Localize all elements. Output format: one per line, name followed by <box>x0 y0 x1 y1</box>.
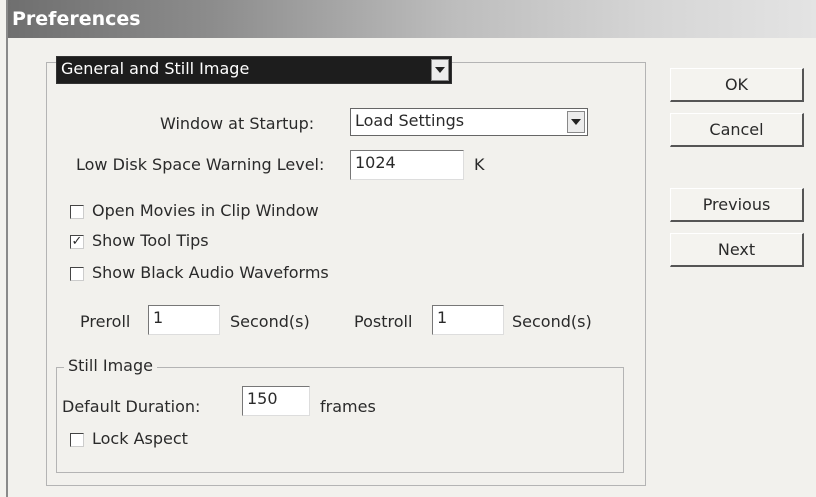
duration-unit: frames <box>320 397 376 416</box>
black-waveforms-label: Show Black Audio Waveforms <box>92 263 329 282</box>
preroll-input[interactable]: 1 <box>148 305 220 335</box>
startup-label: Window at Startup: <box>160 114 315 133</box>
postroll-label: Postroll <box>354 312 413 331</box>
previous-button[interactable]: Previous <box>670 188 804 222</box>
open-movies-checkbox[interactable] <box>70 205 84 219</box>
show-tooltips-label: Show Tool Tips <box>92 231 209 250</box>
checkmark-icon: ✓ <box>71 234 83 249</box>
show-tooltips-checkbox[interactable]: ✓ <box>70 235 84 249</box>
postroll-unit: Second(s) <box>512 312 592 331</box>
disk-space-unit: K <box>474 155 485 174</box>
category-value: General and Still Image <box>61 59 250 78</box>
lock-aspect-checkbox[interactable] <box>70 433 84 447</box>
duration-input[interactable]: 150 <box>242 386 310 416</box>
preroll-label: Preroll <box>80 312 131 331</box>
disk-space-label: Low Disk Space Warning Level: <box>76 155 325 174</box>
lock-aspect-label: Lock Aspect <box>92 429 188 448</box>
duration-label: Default Duration: <box>62 397 201 416</box>
category-dropdown[interactable]: General and Still Image <box>56 56 452 84</box>
startup-dropdown[interactable]: Load Settings <box>350 108 588 136</box>
chevron-down-icon[interactable] <box>567 111 585 133</box>
startup-value: Load Settings <box>355 111 465 130</box>
title-bar[interactable]: Preferences <box>8 0 816 38</box>
cancel-button[interactable]: Cancel <box>670 113 804 147</box>
postroll-input[interactable]: 1 <box>432 305 504 335</box>
still-image-group <box>56 367 624 473</box>
preroll-unit: Second(s) <box>230 312 310 331</box>
open-movies-label: Open Movies in Clip Window <box>92 201 319 220</box>
still-image-legend: Still Image <box>64 356 157 375</box>
disk-space-input[interactable]: 1024 <box>350 150 464 180</box>
ok-button[interactable]: OK <box>670 68 804 102</box>
next-button[interactable]: Next <box>670 233 804 267</box>
chevron-down-icon[interactable] <box>431 59 449 81</box>
preferences-dialog: Preferences General and Still Image Wind… <box>6 0 816 497</box>
black-waveforms-checkbox[interactable] <box>70 267 84 281</box>
dialog-title: Preferences <box>12 8 141 30</box>
